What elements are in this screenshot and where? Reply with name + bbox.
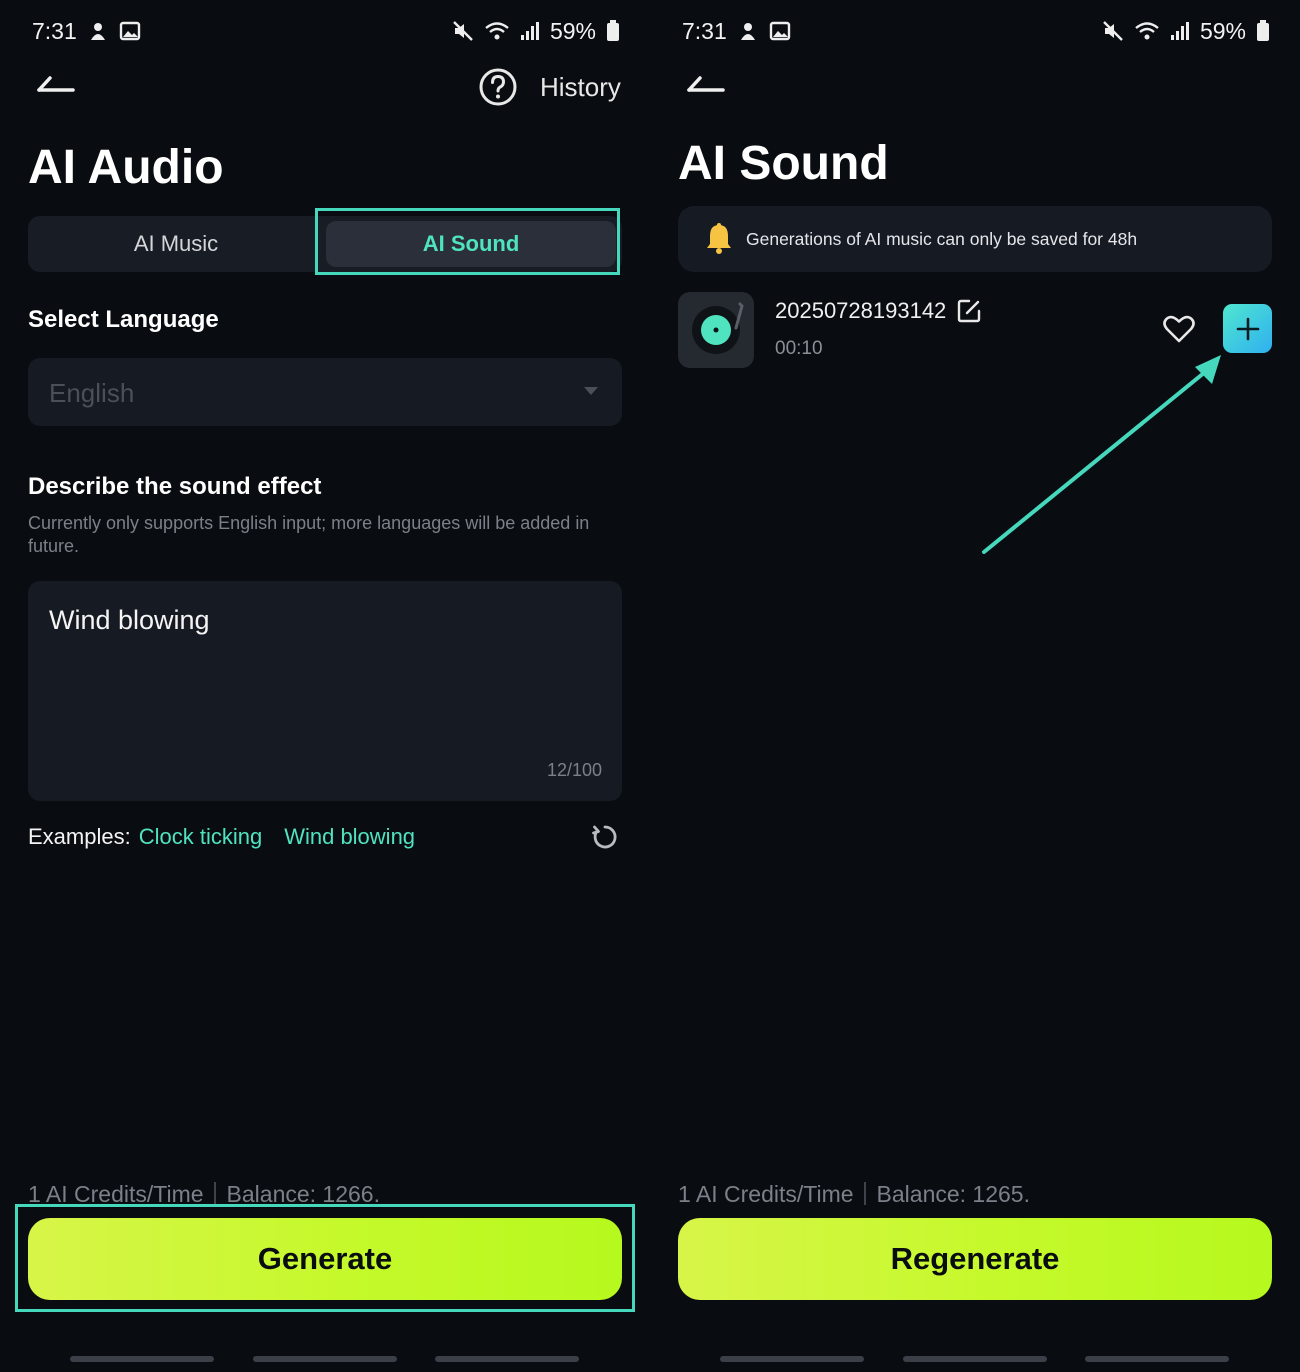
sound-description-input[interactable]: Wind blowing 12/100 [28, 581, 622, 801]
refresh-icon[interactable] [590, 822, 620, 852]
page-title: AI Sound [678, 137, 889, 190]
example-chip[interactable]: Wind blowing [284, 824, 415, 850]
notification-icon [740, 23, 755, 40]
wifi-icon [1135, 22, 1159, 40]
item-name-row: 20250728193142 [775, 298, 982, 324]
examples-row: Examples: Clock ticking Wind blowing [28, 824, 415, 850]
ai-sound-result-screen: 7:31 59% AI Sound Generations of AI musi… [650, 0, 1300, 1372]
help-icon[interactable] [478, 67, 518, 107]
language-select[interactable]: English [28, 358, 622, 426]
nav-home[interactable] [253, 1356, 397, 1362]
nav-back[interactable] [1085, 1356, 1229, 1362]
add-to-timeline-button[interactable] [1223, 304, 1272, 353]
heart-icon[interactable] [1163, 314, 1195, 344]
item-name: 20250728193142 [775, 298, 947, 323]
mute-icon [1103, 21, 1123, 41]
save-notice-banner: Generations of AI music can only be save… [678, 206, 1272, 272]
status-bar: 7:31 59% [682, 14, 1270, 48]
back-arrow-icon[interactable] [686, 70, 726, 100]
generated-sound-item[interactable]: 20250728193142 00:10 [678, 292, 1272, 368]
item-duration: 00:10 [775, 338, 823, 359]
notification-icon [90, 23, 105, 40]
character-counter: 12/100 [546, 760, 602, 780]
gallery-icon [769, 21, 790, 41]
history-link[interactable]: History [540, 72, 621, 103]
battery-percent: 59% [1199, 17, 1246, 44]
nav-recents[interactable] [70, 1356, 214, 1362]
bell-icon [707, 223, 731, 254]
mute-icon [453, 21, 473, 41]
examples-label: Examples: [28, 824, 131, 849]
vinyl-icon [692, 302, 744, 354]
nav-recents[interactable] [720, 1356, 864, 1362]
wifi-icon [485, 22, 509, 40]
signal-icon [520, 22, 539, 40]
gallery-icon [119, 21, 140, 41]
ai-audio-screen: 7:31 59% History AI Audio AI Music AI So… [0, 0, 650, 1372]
describe-hint: Currently only supports English input; m… [28, 513, 590, 556]
edit-icon[interactable] [956, 298, 982, 324]
status-time: 7:31 [32, 17, 77, 44]
nav-home[interactable] [903, 1356, 1047, 1362]
description-text: Wind blowing [49, 605, 210, 635]
generate-highlight-box [15, 1204, 635, 1312]
page-title: AI Audio [28, 141, 224, 194]
back-arrow-icon[interactable] [36, 70, 76, 100]
regenerate-button[interactable]: Regenerate [678, 1218, 1272, 1300]
notice-text: Generations of AI music can only be save… [746, 228, 1138, 249]
select-language-label: Select Language [28, 306, 219, 333]
status-bar: 7:31 59% [32, 14, 620, 48]
system-nav-bar [0, 1356, 650, 1362]
battery-percent: 59% [549, 17, 596, 44]
credits-info: 1 AI Credits/Time｜Balance: 1265. [678, 1181, 1030, 1207]
signal-icon [1170, 22, 1189, 40]
language-value: English [49, 378, 135, 408]
tab-ai-music[interactable]: AI Music [28, 216, 324, 272]
chevron-down-icon [584, 387, 598, 395]
status-time: 7:31 [682, 17, 727, 44]
example-chip[interactable]: Clock ticking [139, 824, 262, 850]
tab-highlight-box [315, 208, 620, 275]
vinyl-thumbnail [678, 292, 754, 368]
nav-back[interactable] [435, 1356, 579, 1362]
system-nav-bar [650, 1356, 1300, 1362]
battery-icon [1257, 20, 1269, 41]
plus-icon [1236, 317, 1259, 340]
describe-label: Describe the sound effect [28, 473, 322, 500]
battery-icon [607, 20, 619, 41]
